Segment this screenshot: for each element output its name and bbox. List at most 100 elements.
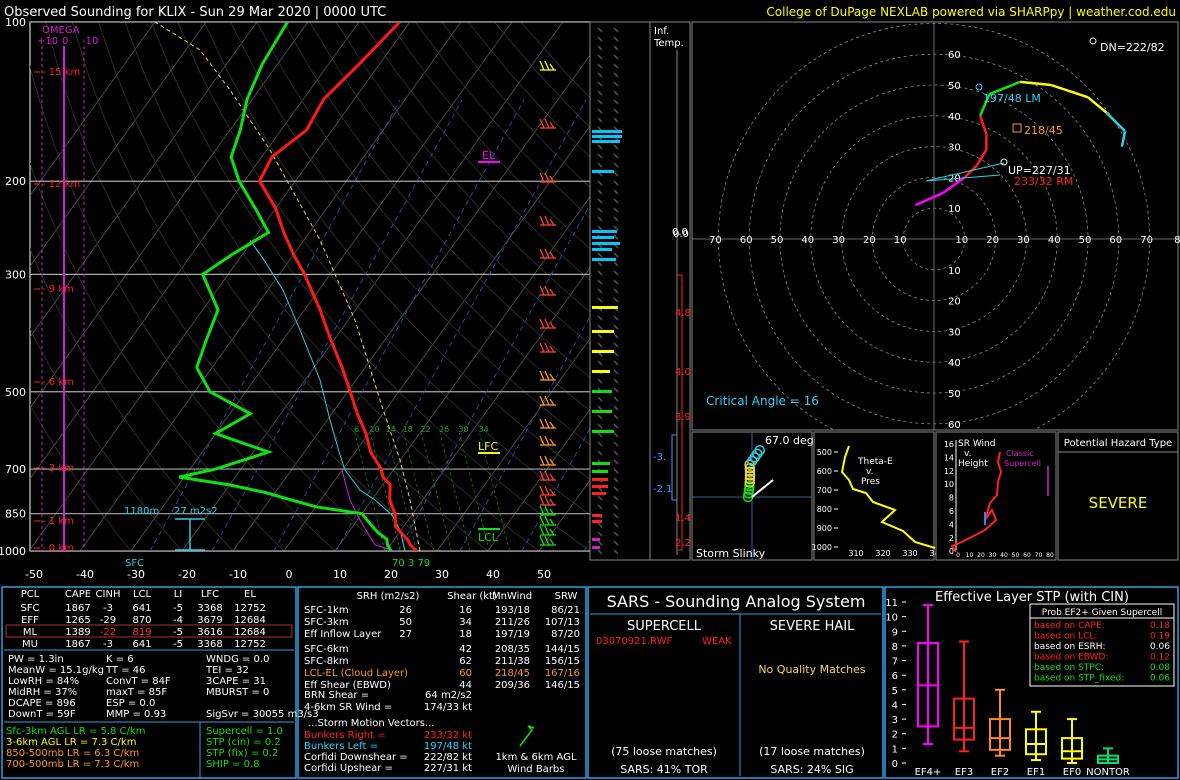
hodo-rm: 233/32 RM [1014, 175, 1073, 188]
index-value: MBURST = 0 [206, 687, 269, 698]
srwind-ytick: 6 [949, 507, 954, 516]
srwind-xtick: 20 [977, 552, 985, 559]
wind-bar [592, 130, 622, 133]
hodo-ring-label: 40 [948, 358, 961, 369]
stp-ytick: 11 [885, 598, 898, 609]
srwind-title-2: v. [964, 449, 972, 459]
lapse-rate: 700-500mb LR = 7.3 C/km [6, 759, 139, 770]
thetae-ytick: 600 [817, 467, 832, 476]
wind-bar [592, 538, 600, 541]
composite-index: STP (fix) = 0.2 [206, 748, 278, 759]
kin-cell: 86/21 [551, 605, 580, 616]
wind-bar [592, 546, 600, 549]
thetae-ytick: 800 [817, 505, 832, 514]
hodo-ring-label: 50 [948, 389, 961, 400]
parcel-cell: 870 [132, 615, 151, 626]
el-label: EL [482, 149, 496, 162]
parcel-header: CINH [96, 589, 121, 600]
omega-tick: -10 [82, 36, 98, 47]
stp-legend-label: based on ESRH: [1034, 642, 1106, 652]
sars-loose-2: (17 loose matches) [759, 745, 865, 758]
lapse-rate: Sfc-3km AGL LR = 5.8 C/km [6, 726, 145, 737]
parcel-header: LI [174, 589, 183, 600]
kin-cell: 211/38 [495, 656, 530, 667]
vectors-title: ...Storm Motion Vectors... [308, 718, 434, 729]
wind-bar [592, 306, 618, 309]
parcel-header: LCL [133, 589, 152, 600]
srwind-panel: 1614121086420 0 10 20 30 40 50 60 70 80 SR Wind v… [935, 431, 1057, 561]
hodo-axis-label: 60 [740, 235, 753, 246]
srwind-title-3: Height [958, 459, 988, 469]
hodo-ring-label: 40 [948, 112, 961, 123]
hodo-ring-label: 60 [948, 420, 961, 431]
kin-cell: 62 [459, 656, 472, 667]
sars-match-type: WEAK [702, 636, 732, 647]
wind-bar [592, 462, 610, 465]
srwind-xtick: 60 [1023, 552, 1031, 559]
inflow-depth: 1180m [124, 506, 159, 517]
stp-legend-label: based on LCL: [1034, 632, 1097, 642]
srwind-xtick: 40 [1000, 552, 1008, 559]
pressure-tick-label: 850 [5, 508, 26, 521]
wind-bar [592, 230, 617, 233]
temp-tick-label: -10 [229, 568, 247, 581]
storm-vector-label: Corfidi Upshear = [304, 763, 393, 774]
srwind-ytick: 10 [944, 480, 954, 489]
pressure-tick-label: 1000 [0, 545, 26, 558]
thetae-title-3: Pres [861, 477, 880, 487]
slinky-deg: 67.0 deg [765, 434, 814, 447]
parcel-cell: -5 [173, 627, 183, 638]
srwind-legend-2: Supercell [1004, 459, 1041, 468]
hodo-axis-label: 40 [1048, 235, 1061, 246]
hodo-lm: 197/48 LM [983, 92, 1041, 105]
wind-bar [592, 170, 614, 173]
hazard-title: Potential Hazard Type [1064, 438, 1172, 449]
mixing-ratio-label: 18 [403, 425, 413, 434]
hodo-axis-label: 30 [832, 235, 845, 246]
stp-category-label: NONTOR [1086, 767, 1130, 778]
stp-category-label: EF2 [991, 767, 1009, 778]
kin-cell: 211/26 [495, 617, 530, 628]
parcel-cell: 641 [132, 639, 151, 650]
index-value: MeanW = 15.1g/kg [8, 665, 104, 676]
srwind-xtick: 0 [956, 552, 960, 559]
mixing-ratio-label: 14 [386, 425, 396, 434]
omega-tick: +10 [37, 36, 58, 47]
stp-category-label: EF3 [955, 767, 973, 778]
thetae-ytick: 700 [817, 486, 832, 495]
stp-ytick: 1 [892, 744, 898, 755]
storm-vector-label: Bunkers Left = [304, 741, 378, 752]
kin-cell: 18 [459, 629, 472, 640]
kin-cell: 42 [459, 644, 472, 655]
kin-cell: 167/16 [545, 668, 580, 679]
wind-bar [592, 492, 606, 495]
sars-supercell: SUPERCELL [627, 619, 702, 634]
index-value: TEI = 32 [205, 665, 249, 676]
hodo-axis-label: 30 [1017, 235, 1030, 246]
mixing-ratio-label: 26 [439, 425, 449, 434]
parcel-cell: -5 [173, 639, 183, 650]
inferred-temp-column: Inf. Temp. 0.0 4.8 4.0 3.9 1.4 2.2 -3. -… [649, 21, 691, 561]
srwind-xtick: 30 [989, 552, 997, 559]
srwind-ytick: 16 [944, 440, 954, 449]
wind-bar [592, 236, 614, 239]
parcel-header: CAPE [65, 589, 91, 600]
temp-tick-label: 20 [384, 568, 398, 581]
wind-bar [592, 135, 622, 138]
kin-row-label: LCL-EL (Cloud Layer) [304, 668, 408, 679]
srwind-ytick: 8 [949, 494, 954, 503]
kin-row-label: Eff Inflow Layer [304, 629, 382, 640]
hodo-center-label: 0.0 [672, 227, 688, 238]
hodo-ring-label: 20 [948, 297, 961, 308]
hodo-ring-label: 50 [948, 81, 961, 92]
index-value: SigSvr = 30055 m3/s3 [206, 709, 319, 720]
kin-cell: 144/15 [545, 644, 580, 655]
thetae-ytick: 900 [817, 524, 832, 533]
inf-marker-0: -3. [653, 452, 666, 463]
hodo-axis-label: 8 [1174, 235, 1180, 246]
srwind-legend-1: Classic [1006, 449, 1034, 458]
parcel-cell: 641 [132, 603, 151, 614]
kin-row-label: SFC-8km [304, 656, 349, 667]
temp-tick-label: 30 [435, 568, 449, 581]
parcel-cell: -3 [103, 603, 113, 614]
